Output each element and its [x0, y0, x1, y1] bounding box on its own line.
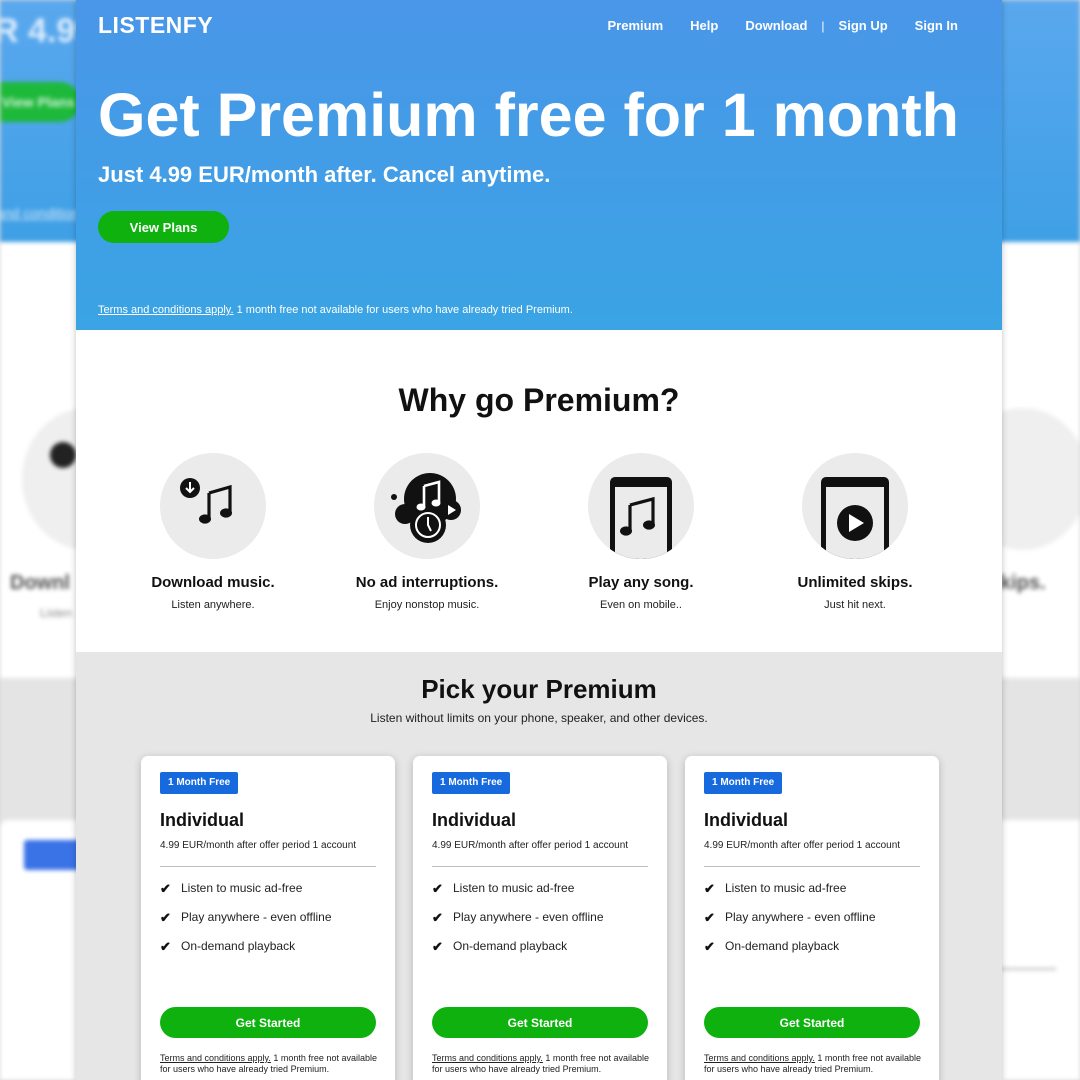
get-started-button[interactable]: Get Started [160, 1007, 376, 1038]
plan-badge: 1 Month Free [704, 772, 783, 794]
plan-divider [160, 866, 376, 867]
why-premium-section: Why go Premium? Download music. Listen a… [76, 330, 1002, 652]
background-terms: and conditions [0, 205, 87, 221]
terms-link[interactable]: Terms and conditions apply. [160, 1053, 271, 1063]
hero-subtitle: Just 4.99 EUR/month after. Cancel anytim… [98, 162, 551, 187]
plan-feature-text: Play anywhere - even offline [181, 910, 332, 924]
plan-terms: Terms and conditions apply. 1 month free… [704, 1053, 926, 1075]
pick-title: Pick your Premium [421, 674, 657, 704]
feature-download: Download music. Listen anywhere. [113, 453, 313, 611]
checkmark-icon: ✔ [704, 881, 715, 896]
plan-card: 1 Month Free Individual 4.99 EUR/month a… [413, 756, 667, 1080]
get-started-button[interactable]: Get Started [432, 1007, 648, 1038]
plan-terms: Terms and conditions apply. 1 month free… [432, 1053, 654, 1075]
plan-terms: Terms and conditions apply. 1 month free… [160, 1053, 382, 1075]
plan-divider [704, 866, 920, 867]
feature-subtitle: Listen anywhere. [171, 599, 255, 611]
nav-sign-up[interactable]: Sign Up [839, 18, 888, 33]
plan-feature-text: Play anywhere - even offline [453, 910, 604, 924]
list-item: ✔ Listen to music ad-free [432, 881, 648, 910]
plan-feature-text: On-demand playback [725, 939, 840, 953]
checkmark-icon: ✔ [160, 910, 171, 925]
plan-feature-text: Listen to music ad-free [453, 881, 575, 895]
logo[interactable]: LISTENFY [98, 12, 213, 39]
feature-title: Unlimited skips. [797, 574, 913, 591]
background-feature-title: kips. [1000, 572, 1046, 594]
checkmark-icon: ✔ [704, 939, 715, 954]
plan-name: Individual [432, 810, 517, 830]
feature-title: Download music. [151, 574, 275, 591]
nav-separator: | [821, 18, 825, 33]
checkmark-icon: ✔ [160, 939, 171, 954]
plan-feature-text: On-demand playback [181, 939, 296, 953]
checkmark-icon: ✔ [432, 910, 443, 925]
plan-card: 1 Month Free Individual 4.99 EUR/month a… [141, 756, 395, 1080]
nav-sign-in[interactable]: Sign In [915, 18, 958, 33]
plan-features: ✔ Listen to music ad-free ✔ Play anywhere … [704, 881, 920, 968]
plan-price: 4.99 EUR/month after offer period 1 acco… [160, 840, 357, 851]
plan-feature-text: Play anywhere - even offline [725, 910, 876, 924]
hero-title: Get Premium free for 1 month [98, 81, 959, 149]
feature-unlimited-skips: Unlimited skips. Just hit next. [755, 453, 955, 611]
plan-badge: 1 Month Free [432, 772, 511, 794]
checkmark-icon: ✔ [432, 881, 443, 896]
terms-link[interactable]: Terms and conditions apply. [704, 1053, 815, 1063]
nav-help[interactable]: Help [690, 18, 718, 33]
premium-page: LISTENFY Premium Help Download | Sign Up… [76, 0, 1002, 1080]
background-download-icon [50, 442, 76, 468]
view-plans-button[interactable]: View Plans [98, 211, 229, 243]
feature-title: Play any song. [588, 574, 694, 591]
feature-subtitle: Enjoy nonstop music. [374, 599, 480, 611]
feature-subtitle: Just hit next. [824, 599, 886, 611]
download-music-icon [160, 453, 266, 559]
hero-section: LISTENFY Premium Help Download | Sign Up… [76, 0, 1002, 330]
plan-name: Individual [704, 810, 789, 830]
phone-play-icon [802, 453, 908, 559]
list-item: ✔ On-demand playback [160, 939, 376, 968]
background-divider [1000, 968, 1056, 970]
list-item: ✔ Play anywhere - even offline [432, 910, 648, 939]
plan-features: ✔ Listen to music ad-free ✔ Play anywhere … [160, 881, 376, 968]
plan-price: 4.99 EUR/month after offer period 1 acco… [432, 840, 629, 851]
plan-price: 4.99 EUR/month after offer period 1 acco… [704, 840, 901, 851]
plan-feature-text: Listen to music ad-free [725, 881, 847, 895]
hero-terms: Terms and conditions apply. 1 month free… [98, 304, 573, 316]
background-view-plans: View Plans [0, 82, 80, 122]
feature-title: No ad interruptions. [355, 574, 499, 591]
plan-badge: 1 Month Free [160, 772, 239, 794]
list-item: ✔ Listen to music ad-free [160, 881, 376, 910]
plan-feature-text: On-demand playback [453, 939, 568, 953]
nav-download[interactable]: Download [745, 18, 807, 33]
plan-name: Individual [160, 810, 245, 830]
get-started-button[interactable]: Get Started [704, 1007, 920, 1038]
background-feature-title: Downl [10, 572, 70, 594]
feature-play-any-song: Play any song. Even on mobile.. [541, 453, 741, 611]
phone-music-icon [588, 453, 694, 559]
checkmark-icon: ✔ [432, 939, 443, 954]
top-nav: Premium Help Download | Sign Up Sign In [608, 18, 959, 33]
list-item: ✔ Play anywhere - even offline [704, 910, 920, 939]
list-item: ✔ Listen to music ad-free [704, 881, 920, 910]
no-ads-icon [374, 453, 480, 559]
terms-text: 1 month free not available for users who… [233, 304, 573, 316]
background-badge [24, 840, 84, 870]
feature-subtitle: Even on mobile.. [600, 599, 682, 611]
plan-feature-text: Listen to music ad-free [181, 881, 303, 895]
terms-link[interactable]: Terms and conditions apply. [98, 304, 234, 316]
list-item: ✔ Play anywhere - even offline [160, 910, 376, 939]
why-title: Why go Premium? [398, 382, 680, 418]
checkmark-icon: ✔ [704, 910, 715, 925]
plan-card: 1 Month Free Individual 4.99 EUR/month a… [685, 756, 939, 1080]
terms-link[interactable]: Terms and conditions apply. [432, 1053, 543, 1063]
checkmark-icon: ✔ [160, 881, 171, 896]
pick-subtitle: Listen without limits on your phone, spe… [370, 711, 708, 725]
feature-no-ads: No ad interruptions. Enjoy nonstop music… [327, 453, 527, 611]
plan-features: ✔ Listen to music ad-free ✔ Play anywhere … [432, 881, 648, 968]
nav-premium[interactable]: Premium [608, 18, 664, 33]
list-item: ✔ On-demand playback [432, 939, 648, 968]
pick-premium-section: Pick your Premium Listen without limits … [76, 652, 1002, 1080]
background-feature-subtitle: Listen [40, 606, 73, 620]
plan-divider [432, 866, 648, 867]
list-item: ✔ On-demand playback [704, 939, 920, 968]
